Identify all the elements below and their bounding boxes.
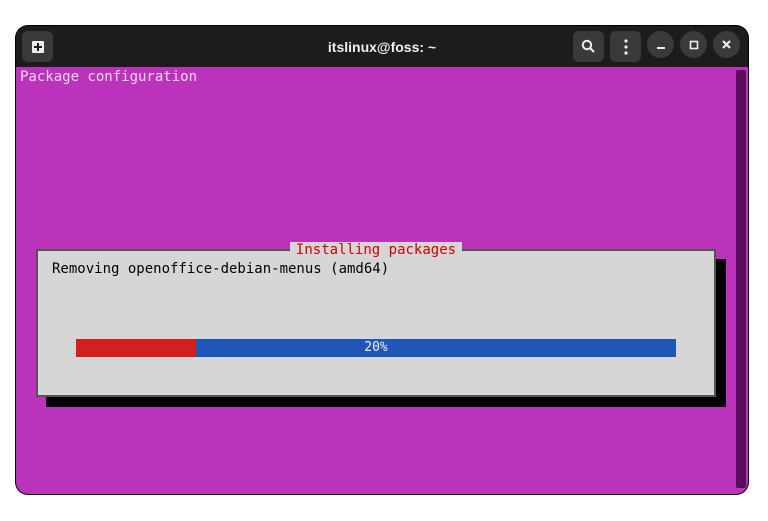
maximize-icon xyxy=(689,40,699,50)
close-icon xyxy=(721,39,732,50)
terminal-window: itslinux@foss: ~ xyxy=(16,26,748,494)
search-icon xyxy=(581,39,596,54)
progress-label: 20% xyxy=(76,339,676,357)
progress-bar: 20% xyxy=(76,339,676,357)
config-header: Package configuration xyxy=(20,69,744,85)
scrollbar[interactable] xyxy=(736,70,746,488)
close-button[interactable] xyxy=(713,31,740,58)
terminal-area[interactable]: Package configuration Installing package… xyxy=(16,67,748,494)
new-tab-icon xyxy=(31,40,45,54)
minimize-button[interactable] xyxy=(647,31,674,58)
kebab-icon xyxy=(624,39,628,55)
install-dialog: Installing packages Removing openoffice-… xyxy=(36,249,716,397)
maximize-button[interactable] xyxy=(680,31,707,58)
menu-button[interactable] xyxy=(610,31,641,62)
search-button[interactable] xyxy=(573,31,604,62)
new-tab-button[interactable] xyxy=(22,31,53,62)
minimize-icon xyxy=(656,40,666,50)
titlebar: itslinux@foss: ~ xyxy=(16,26,748,67)
dialog-title: Installing packages xyxy=(38,242,714,258)
